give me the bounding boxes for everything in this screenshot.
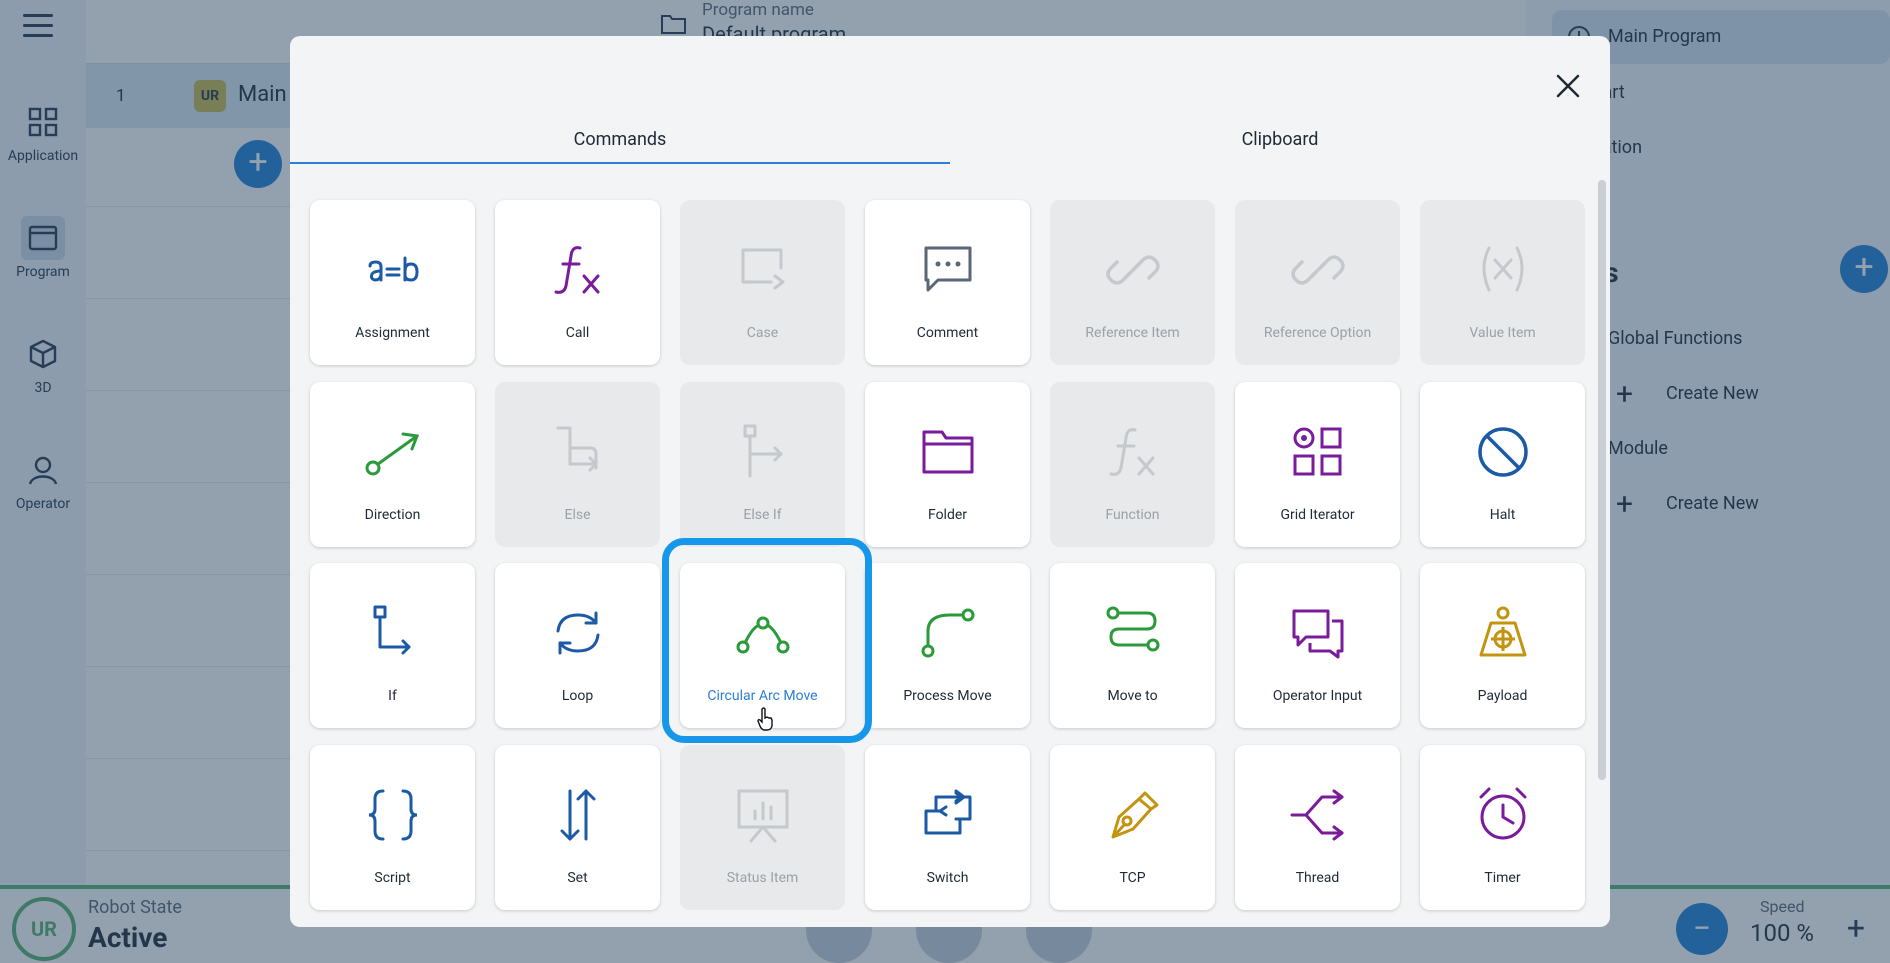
- command-label: Comment: [916, 325, 979, 341]
- command-tile-payload[interactable]: Payload: [1420, 563, 1585, 728]
- command-label: If: [388, 688, 397, 704]
- timer-icon: [1479, 787, 1526, 840]
- command-label: Case: [746, 325, 779, 341]
- command-tile-process-move[interactable]: Process Move: [865, 563, 1030, 728]
- command-label: Function: [1105, 507, 1160, 523]
- script-icon: [368, 789, 417, 841]
- function-icon: [1109, 428, 1154, 476]
- command-label: Script: [374, 870, 411, 886]
- command-label: Else: [564, 507, 591, 523]
- command-tile-halt[interactable]: Halt: [1420, 382, 1585, 547]
- case-icon: [741, 248, 784, 290]
- folder-icon: [922, 430, 973, 474]
- command-label: Reference Item: [1085, 325, 1180, 341]
- command-label: Loop: [561, 688, 594, 704]
- else-if-icon: [743, 424, 782, 478]
- tab-bar: Commands Clipboard: [290, 116, 1610, 192]
- command-label: Set: [567, 870, 588, 886]
- direction-icon: [365, 432, 419, 476]
- command-tile-reference-option: Reference Option: [1235, 200, 1400, 365]
- command-label: Process Move: [903, 688, 992, 704]
- command-tile-tcp[interactable]: TCP: [1050, 745, 1215, 910]
- command-tile-grid-iterator[interactable]: Grid Iterator: [1235, 382, 1400, 547]
- command-label: Halt: [1489, 507, 1516, 523]
- thread-icon: [1290, 789, 1343, 841]
- command-label: Direction: [364, 507, 421, 523]
- link-icon: [1105, 255, 1160, 285]
- operator-input-icon: [1292, 609, 1343, 659]
- command-tile-script[interactable]: Script: [310, 745, 475, 910]
- switch-icon: [924, 789, 971, 835]
- command-tile-operator-input[interactable]: Operator Input: [1235, 563, 1400, 728]
- function-call-icon: [554, 246, 599, 294]
- command-label: Grid Iterator: [1280, 507, 1355, 523]
- command-tile-else-if: Else If: [680, 382, 845, 547]
- command-tile-loop[interactable]: Loop: [495, 563, 660, 728]
- command-label: Folder: [927, 507, 968, 523]
- command-label: TCP: [1119, 870, 1146, 886]
- grid-iterator-icon: [1293, 427, 1341, 476]
- tab-clipboard[interactable]: Clipboard: [950, 116, 1610, 192]
- status-item-icon: [737, 789, 788, 843]
- command-tile-switch[interactable]: Switch: [865, 745, 1030, 910]
- command-label: Thread: [1295, 870, 1340, 886]
- command-label: Call: [565, 325, 590, 341]
- if-icon: [373, 605, 410, 655]
- command-label: Payload: [1477, 688, 1528, 704]
- loop-icon: [556, 611, 599, 655]
- set-icon: [560, 789, 595, 841]
- command-label: Operator Input: [1272, 688, 1363, 704]
- command-label: Else If: [743, 507, 782, 523]
- close-icon[interactable]: [1548, 66, 1588, 106]
- else-icon: [556, 426, 597, 472]
- command-tile-reference-item: Reference Item: [1050, 200, 1215, 365]
- command-tile-if[interactable]: If: [310, 563, 475, 728]
- command-label: Reference Option: [1263, 325, 1372, 341]
- command-label: Switch: [926, 870, 969, 886]
- command-label: Status Item: [726, 870, 799, 886]
- tab-commands[interactable]: Commands: [290, 116, 950, 192]
- variable-icon: [1482, 246, 1523, 292]
- comment-icon: [924, 246, 971, 292]
- command-tile-function: Function: [1050, 382, 1215, 547]
- process-move-icon: [921, 608, 974, 658]
- command-tile-timer[interactable]: Timer: [1420, 745, 1585, 910]
- halt-icon: [1477, 427, 1528, 477]
- hand-cursor-icon: [756, 707, 776, 735]
- command-label: Circular Arc Move: [707, 688, 818, 704]
- link-icon: [1290, 255, 1345, 285]
- command-tile-call[interactable]: Call: [495, 200, 660, 365]
- command-label: Timer: [1484, 870, 1521, 886]
- move-to-icon: [1106, 606, 1159, 652]
- command-tile-thread[interactable]: Thread: [1235, 745, 1400, 910]
- tcp-icon: [1111, 791, 1158, 839]
- command-tile-folder[interactable]: Folder: [865, 382, 1030, 547]
- command-tile-case: Case: [680, 200, 845, 365]
- command-tile-comment[interactable]: Comment: [865, 200, 1030, 365]
- command-tile-direction[interactable]: Direction: [310, 382, 475, 547]
- command-label: Move to: [1107, 688, 1158, 704]
- assignment-icon: [368, 256, 419, 282]
- circular-arc-icon: [736, 616, 789, 654]
- payload-icon: [1479, 606, 1526, 657]
- command-label: Assignment: [355, 325, 430, 341]
- command-tile-value-item: Value Item: [1420, 200, 1585, 365]
- scrollbar[interactable]: [1598, 180, 1606, 780]
- command-tile-set[interactable]: Set: [495, 745, 660, 910]
- command-tile-status-item: Status Item: [680, 745, 845, 910]
- command-tile-else: Else: [495, 382, 660, 547]
- command-label: Value Item: [1469, 325, 1536, 341]
- add-command-dialog: Commands Clipboard Assignment Call Case …: [290, 36, 1610, 927]
- command-tile-circular-arc-move[interactable]: Circular Arc Move: [680, 563, 845, 728]
- command-tile-assignment[interactable]: Assignment: [310, 200, 475, 365]
- command-tile-move-to[interactable]: Move to: [1050, 563, 1215, 728]
